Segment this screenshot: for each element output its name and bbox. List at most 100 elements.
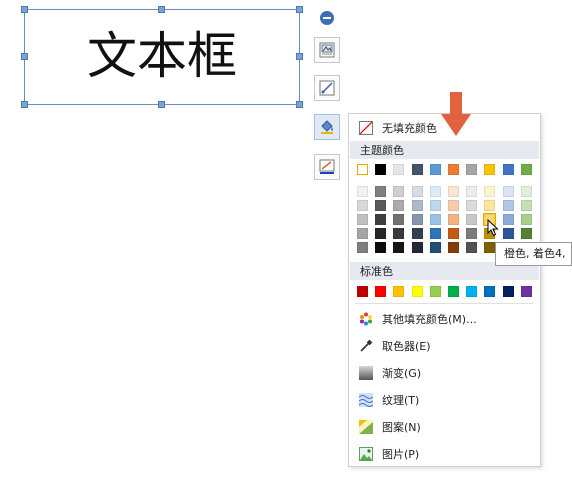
- theme-color-swatch[interactable]: [429, 164, 441, 175]
- theme-shade-swatch[interactable]: [411, 228, 423, 239]
- color-wheel-icon: [358, 311, 374, 327]
- theme-shade-swatch[interactable]: [520, 186, 532, 197]
- gradient-icon: [358, 365, 374, 381]
- theme-color-swatch[interactable]: [357, 164, 368, 175]
- resize-handle-top[interactable]: [158, 6, 165, 13]
- more-fill-colors-label: 其他填充颜色(M)...: [382, 313, 477, 326]
- theme-shade-swatch[interactable]: [357, 186, 368, 197]
- theme-shade-swatch[interactable]: [357, 214, 368, 225]
- resize-handle-bottom[interactable]: [158, 101, 165, 108]
- theme-shade-swatch[interactable]: [466, 228, 478, 239]
- eyedropper-label: 取色器(E): [382, 340, 431, 353]
- theme-color-swatch[interactable]: [393, 164, 405, 175]
- shape-fill-button[interactable]: [314, 114, 340, 140]
- theme-shade-swatch[interactable]: [520, 214, 532, 225]
- theme-shade-swatch[interactable]: [429, 186, 441, 197]
- standard-color-swatch[interactable]: [502, 286, 514, 297]
- theme-shade-swatch[interactable]: [411, 242, 423, 253]
- edit-shape-icon: [319, 80, 335, 96]
- theme-color-swatch[interactable]: [520, 164, 532, 175]
- layout-icon: [319, 42, 335, 58]
- standard-color-swatch[interactable]: [429, 286, 441, 297]
- theme-shade-swatch[interactable]: [502, 228, 514, 239]
- resize-handle-bottom-left[interactable]: [21, 101, 28, 108]
- theme-shade-swatch[interactable]: [448, 200, 459, 211]
- resize-handle-top-left[interactable]: [21, 6, 28, 13]
- theme-shade-swatch[interactable]: [411, 186, 423, 197]
- theme-shade-swatch[interactable]: [448, 242, 459, 253]
- resize-handle-right[interactable]: [296, 53, 303, 60]
- collapse-icon[interactable]: [320, 11, 334, 25]
- theme-shade-swatch[interactable]: [429, 228, 441, 239]
- no-fill-icon: [358, 120, 374, 136]
- theme-shade-swatch[interactable]: [466, 186, 478, 197]
- theme-shade-swatch[interactable]: [393, 242, 405, 253]
- theme-shade-swatch[interactable]: [375, 186, 387, 197]
- standard-color-swatch[interactable]: [411, 286, 423, 297]
- theme-shade-swatch[interactable]: [375, 242, 387, 253]
- theme-shade-swatch[interactable]: [484, 200, 496, 211]
- theme-shade-swatch[interactable]: [357, 200, 368, 211]
- theme-shade-swatch[interactable]: [393, 214, 405, 225]
- standard-color-swatch[interactable]: [448, 286, 459, 297]
- theme-color-swatch[interactable]: [448, 164, 459, 175]
- theme-colors-header: 主题颜色: [350, 141, 539, 159]
- theme-color-swatch[interactable]: [466, 164, 478, 175]
- theme-shade-swatch[interactable]: [448, 214, 459, 225]
- gradient-item[interactable]: 渐变(G): [349, 362, 540, 384]
- layout-options-button[interactable]: [314, 37, 340, 63]
- theme-shade-swatch[interactable]: [520, 228, 532, 239]
- texture-item[interactable]: 纹理(T): [349, 389, 540, 411]
- theme-shade-swatch[interactable]: [502, 200, 514, 211]
- theme-shade-swatch[interactable]: [484, 242, 496, 253]
- theme-shade-swatch[interactable]: [466, 214, 478, 225]
- theme-shade-swatch[interactable]: [357, 228, 368, 239]
- theme-shade-swatch[interactable]: [393, 200, 405, 211]
- resize-handle-bottom-right[interactable]: [296, 101, 303, 108]
- theme-color-swatch[interactable]: [375, 164, 387, 175]
- line-color-icon: [319, 159, 335, 174]
- theme-color-swatch[interactable]: [484, 164, 496, 175]
- theme-shade-swatch[interactable]: [411, 214, 423, 225]
- standard-color-swatch[interactable]: [357, 286, 368, 297]
- theme-shade-swatch[interactable]: [429, 214, 441, 225]
- line-color-button[interactable]: [314, 154, 340, 180]
- theme-shade-swatch[interactable]: [357, 242, 368, 253]
- theme-shade-swatch[interactable]: [393, 186, 405, 197]
- standard-color-swatch[interactable]: [466, 286, 478, 297]
- theme-shade-swatch[interactable]: [411, 200, 423, 211]
- texture-label: 纹理(T): [382, 394, 420, 407]
- theme-shade-swatch[interactable]: [375, 200, 387, 211]
- pattern-icon: [358, 419, 374, 435]
- eyedropper-item[interactable]: 取色器(E): [349, 335, 540, 357]
- theme-shade-swatch[interactable]: [502, 186, 514, 197]
- standard-color-swatch[interactable]: [520, 286, 532, 297]
- theme-shade-swatch[interactable]: [429, 200, 441, 211]
- picture-item[interactable]: 图片(P): [349, 443, 540, 465]
- text-box-content[interactable]: 文本框: [25, 24, 299, 88]
- theme-shade-swatch[interactable]: [429, 242, 441, 253]
- theme-shade-swatch[interactable]: [466, 242, 478, 253]
- standard-color-swatch[interactable]: [484, 286, 496, 297]
- theme-shade-swatch[interactable]: [448, 186, 459, 197]
- standard-color-swatch[interactable]: [375, 286, 387, 297]
- theme-shade-swatch[interactable]: [375, 214, 387, 225]
- theme-shade-swatch[interactable]: [484, 186, 496, 197]
- no-fill-label: 无填充颜色: [382, 122, 437, 135]
- theme-shade-swatch[interactable]: [448, 228, 459, 239]
- theme-shade-swatch[interactable]: [520, 200, 532, 211]
- theme-shade-swatch[interactable]: [502, 214, 514, 225]
- more-fill-colors-item[interactable]: 其他填充颜色(M)...: [349, 308, 540, 330]
- resize-handle-top-right[interactable]: [296, 6, 303, 13]
- resize-handle-left[interactable]: [21, 53, 28, 60]
- text-box[interactable]: 文本框: [24, 9, 300, 105]
- theme-shade-swatch[interactable]: [393, 228, 405, 239]
- theme-color-swatch[interactable]: [411, 164, 423, 175]
- standard-color-swatch[interactable]: [393, 286, 405, 297]
- edit-shape-button[interactable]: [314, 75, 340, 101]
- theme-color-swatch[interactable]: [502, 164, 514, 175]
- pattern-item[interactable]: 图案(N): [349, 416, 540, 438]
- color-tooltip: 橙色, 着色4,: [495, 242, 572, 266]
- theme-shade-swatch[interactable]: [375, 228, 387, 239]
- theme-shade-swatch[interactable]: [466, 200, 478, 211]
